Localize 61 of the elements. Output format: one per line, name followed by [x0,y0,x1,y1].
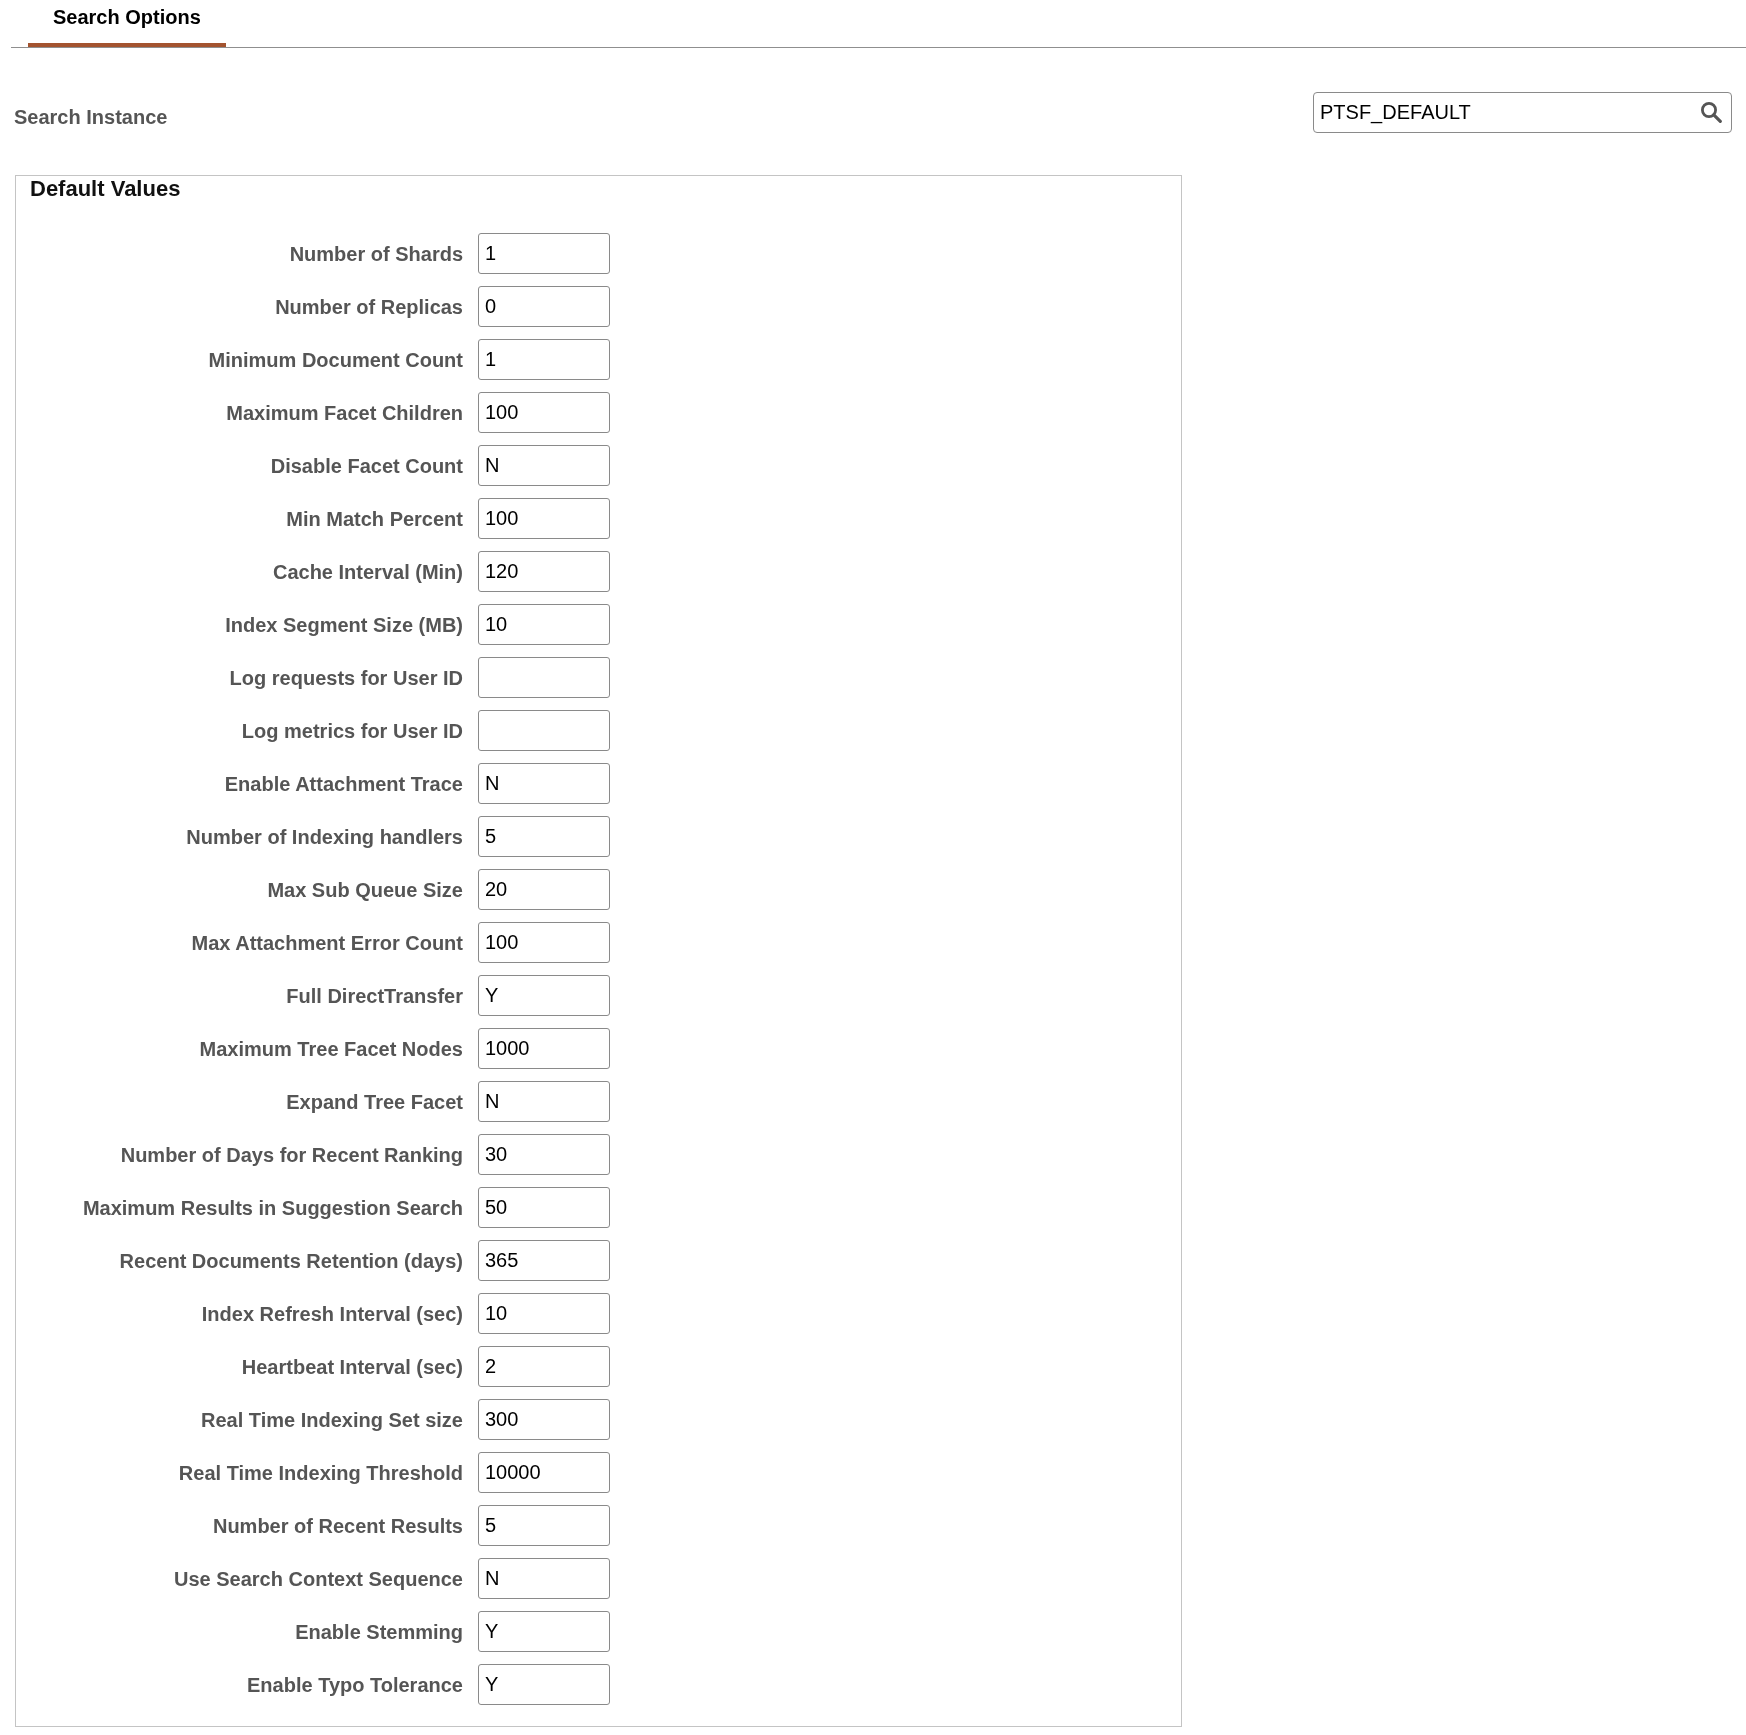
field-label: Enable Stemming [295,1619,463,1644]
field-label: Max Attachment Error Count [191,930,463,955]
field-label: Enable Attachment Trace [224,771,463,796]
input-field[interactable]: 100 [478,498,610,539]
field-label: Number of Shards [289,241,463,266]
input-field[interactable]: 100 [478,392,610,433]
field-label: Real Time Indexing Set size [201,1407,463,1432]
field-label: Use Search Context Sequence [174,1566,463,1591]
field-label: Index Segment Size (MB) [225,612,463,637]
field-label: Log requests for User ID [229,665,463,690]
field-label: Max Sub Queue Size [267,877,463,902]
input-field[interactable]: 20 [478,869,610,910]
search-icon[interactable] [1700,101,1722,123]
input-field[interactable]: 30 [478,1134,610,1175]
input-field[interactable]: 1000 [478,1028,610,1069]
input-field[interactable]: Y [478,1664,610,1705]
input-field[interactable]: 1 [478,233,610,274]
field-label: Index Refresh Interval (sec) [201,1301,463,1326]
input-field[interactable]: 10 [478,1293,610,1334]
input-field[interactable]: 1 [478,339,610,380]
field-label: Maximum Tree Facet Nodes [199,1036,463,1061]
field-label: Minimum Document Count [208,347,463,372]
field-label: Number of Recent Results [212,1513,463,1538]
input-field[interactable]: 50 [478,1187,610,1228]
input-field[interactable]: 10 [478,604,610,645]
input-field[interactable]: 300 [478,1399,610,1440]
field-label: Recent Documents Retention (days) [119,1248,463,1273]
field-label: Enable Typo Tolerance [247,1672,463,1697]
input-field[interactable]: 365 [478,1240,610,1281]
field-label: Cache Interval (Min) [272,559,463,584]
field-label: Min Match Percent [286,506,463,531]
field-label: Maximum Facet Children [226,400,463,425]
input-field[interactable] [478,657,610,698]
field-label: Search Instance [14,105,168,129]
field-label: Expand Tree Facet [286,1089,463,1114]
field-label: Full DirectTransfer [286,983,463,1008]
input-field[interactable]: 0 [478,286,610,327]
input-field[interactable]: N [478,1558,610,1599]
field-label: Log metrics for User ID [241,718,463,743]
input-field[interactable]: Y [478,1611,610,1652]
field-label: Maximum Results in Suggestion Search [82,1195,463,1220]
field-label: Number of Indexing handlers [186,824,463,849]
field-label: Heartbeat Interval (sec) [241,1354,463,1379]
field-label: Real Time Indexing Threshold [178,1460,463,1485]
input-field[interactable]: 10000 [478,1452,610,1493]
tab[interactable]: Search Options [28,0,226,47]
input-field[interactable]: 120 [478,551,610,592]
input-field[interactable]: N [478,1081,610,1122]
field-label: Disable Facet Count [270,453,463,478]
search-field[interactable]: PTSF_DEFAULT [1313,92,1732,133]
input-field[interactable]: N [478,763,610,804]
input-field[interactable]: 5 [478,816,610,857]
section-title: Default Values [30,176,181,202]
field-label: Number of Days for Recent Ranking [120,1142,463,1167]
input-field[interactable]: 100 [478,922,610,963]
input-field[interactable]: N [478,445,610,486]
input-field[interactable]: Y [478,975,610,1016]
input-field[interactable] [478,710,610,751]
input-field[interactable]: 5 [478,1505,610,1546]
input-field[interactable]: 2 [478,1346,610,1387]
field-label: Number of Replicas [275,294,463,319]
